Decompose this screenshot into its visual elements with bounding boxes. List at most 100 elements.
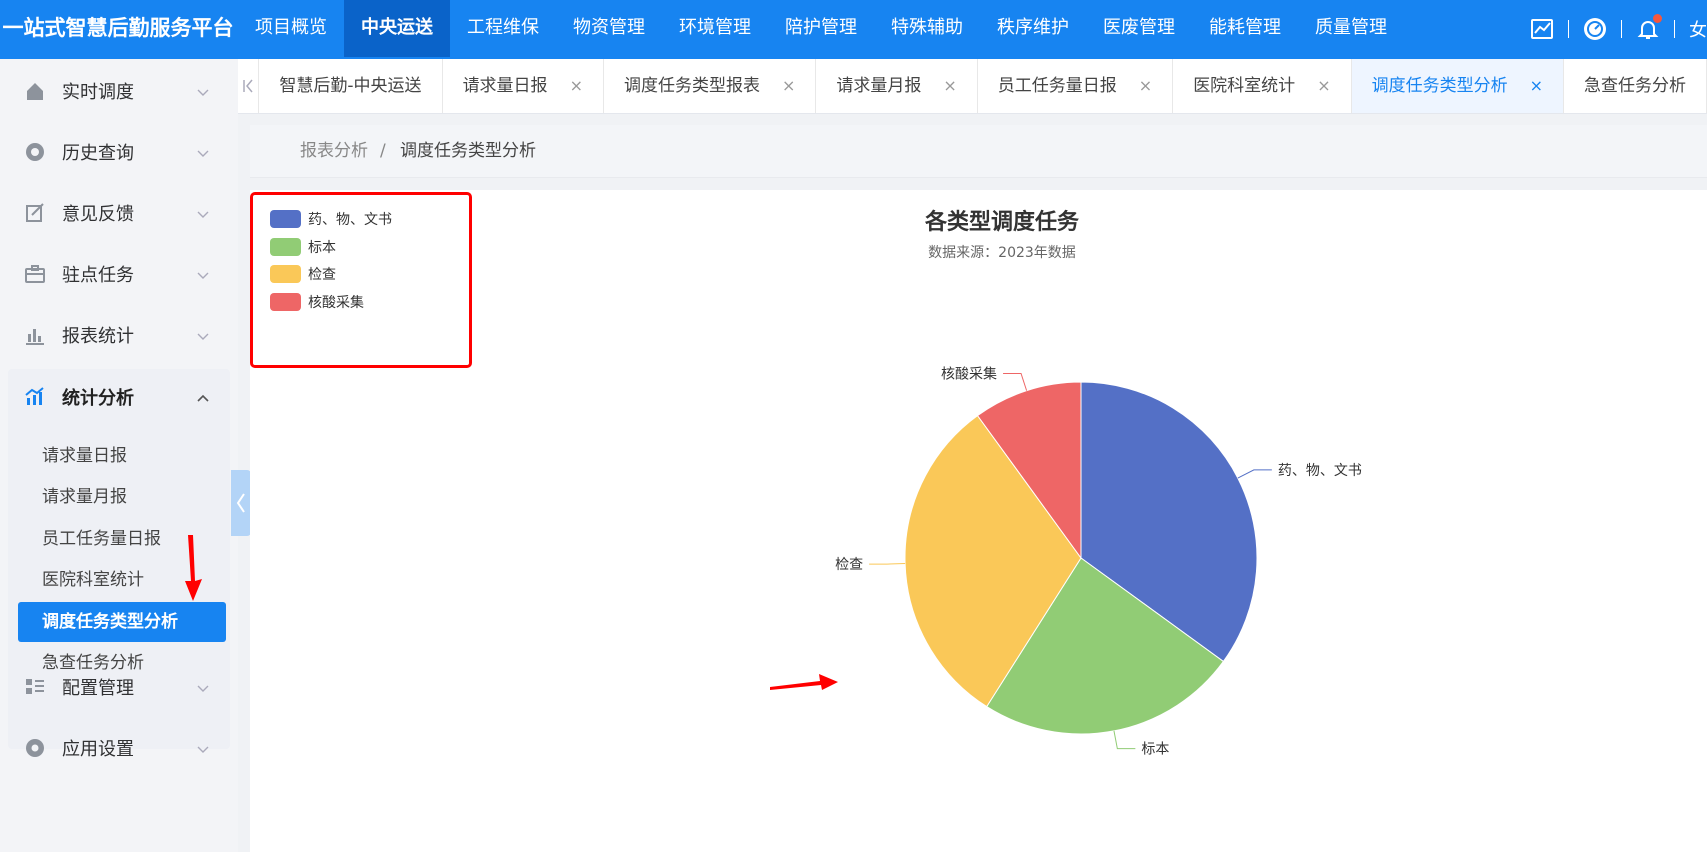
pie-label: 检查 — [835, 557, 863, 573]
breadcrumb-separator: / — [380, 141, 386, 161]
bell-icon[interactable] — [1636, 13, 1662, 41]
pie-label: 药、物、文书 — [1278, 463, 1362, 479]
nav-item[interactable]: 特殊辅助 — [874, 0, 980, 57]
legend-label: 标本 — [308, 239, 336, 256]
close-icon[interactable]: × — [1317, 76, 1330, 95]
chart-title: 各类型调度任务 — [924, 210, 1079, 235]
app-title[interactable]: 一站式智慧后勤服务平台 — [0, 0, 236, 59]
tab[interactable]: 调度任务类型报表 × — [604, 59, 817, 113]
tab-label: 请求量日报 — [462, 76, 548, 96]
legend-item[interactable]: 核酸采集 — [270, 292, 364, 312]
tab-label: 员工任务量日报 — [997, 76, 1117, 96]
sidebar-item[interactable]: 实时调度 — [0, 63, 238, 119]
tab[interactable]: 调度任务类型分析 × — [1351, 59, 1564, 113]
sidebar-item[interactable]: 意见反馈 — [0, 185, 238, 241]
submenu-item[interactable]: 调度任务类型分析 — [18, 601, 226, 642]
sidebar: 请求量日报 请求量月报 员工任务量日报 医院科室统计 调度任务类型分析 急查任务分析 实时… — [0, 59, 238, 852]
annotation-arrow-down — [185, 535, 202, 601]
sidebar-item-label: 实时调度 — [62, 82, 134, 103]
tab[interactable]: 智慧后勤-中央运送 — [259, 59, 443, 113]
pie-label-line — [869, 563, 906, 565]
sidebar-item[interactable]: 应用设置 — [0, 720, 238, 776]
sidebar-item-label: 配置管理 — [62, 678, 134, 699]
nav-item[interactable]: 物资管理 — [556, 0, 662, 57]
close-icon[interactable]: × — [570, 76, 583, 95]
tab-bar: 智慧后勤-中央运送 请求量日报 × 调度任务类型报表 × 请求量月报 × 员工任务量日报 × 医院… — [238, 59, 1707, 114]
settings-icon — [24, 737, 46, 759]
submenu-item[interactable]: 请求量月报 — [18, 477, 226, 517]
tab-label: 调度任务类型分析 — [1371, 76, 1508, 96]
close-icon[interactable]: × — [782, 76, 795, 95]
chevron-down-icon — [196, 206, 210, 220]
tab-scroll-left-icon[interactable] — [238, 59, 260, 113]
user-name[interactable]: 女 — [1689, 16, 1707, 42]
sidebar-item-label: 历史查询 — [62, 143, 134, 164]
dashboard-gauge-icon[interactable] — [1583, 17, 1607, 41]
sidebar-collapse-handle[interactable] — [231, 470, 251, 536]
close-icon[interactable]: × — [1139, 76, 1152, 95]
legend-item[interactable]: 标本 — [270, 237, 336, 257]
chevron-down-icon — [196, 328, 210, 342]
nav-item[interactable]: 医废管理 — [1086, 0, 1192, 57]
pie-label-line — [1003, 372, 1028, 391]
analytics-icon — [24, 386, 46, 408]
legend-label: 核酸采集 — [308, 294, 364, 311]
submenu-item[interactable]: 请求量日报 — [18, 436, 226, 476]
nav-item[interactable]: 中央运送 — [344, 0, 450, 57]
edit-icon — [24, 202, 46, 224]
nav-item[interactable]: 能耗管理 — [1192, 0, 1298, 57]
notification-dot — [1653, 13, 1662, 23]
history-icon — [24, 141, 46, 163]
bar-chart-icon — [24, 324, 46, 346]
sidebar-item[interactable]: 报表统计 — [0, 307, 238, 363]
pie-label: 标本 — [1141, 742, 1169, 758]
breadcrumb: 报表分析 / 调度任务类型分析 — [250, 125, 1707, 178]
nav-item[interactable]: 秩序维护 — [980, 0, 1086, 57]
nav-item[interactable]: 工程维保 — [450, 0, 556, 57]
legend-item[interactable]: 检查 — [270, 264, 336, 284]
tab[interactable]: 医院科室统计 × — [1173, 59, 1352, 113]
legend-swatch — [270, 292, 301, 311]
annotation-arrow-right — [770, 674, 838, 690]
legend-item[interactable]: 药、物、文书 — [270, 209, 392, 229]
nav-item[interactable]: 项目概览 — [238, 0, 344, 57]
sidebar-item[interactable]: 历史查询 — [0, 124, 238, 180]
chevron-down-icon — [196, 267, 210, 281]
breadcrumb-parent[interactable]: 报表分析 — [300, 125, 368, 177]
sidebar-item-label: 应用设置 — [62, 739, 134, 760]
top-navbar: 一站式智慧后勤服务平台 项目概览 中央运送 工程维保 物资管理 环境管理 陪护管理 特殊辅助… — [0, 0, 1707, 59]
divider — [1621, 19, 1622, 38]
sidebar-item[interactable]: 配置管理 — [0, 659, 238, 715]
tab-label: 医院科室统计 — [1193, 76, 1296, 96]
divider — [1674, 19, 1675, 38]
tab-label: 急查任务分析 — [1584, 76, 1686, 96]
chevron-down-icon — [196, 741, 210, 755]
legend-swatch — [270, 237, 301, 256]
legend-highlight-box: 药、物、文书 标本检查核酸采集 — [250, 192, 472, 368]
breadcrumb-current: 调度任务类型分析 — [400, 141, 536, 161]
top-actions: 女 — [1520, 0, 1707, 57]
legend-swatch — [270, 265, 301, 283]
chevron-down-icon — [196, 680, 210, 694]
nav-item[interactable]: 质量管理 — [1298, 0, 1404, 57]
pie-label: 核酸采集 — [941, 365, 997, 382]
legend-swatch — [270, 210, 301, 228]
tab[interactable]: 请求量日报 × — [443, 59, 604, 113]
close-icon[interactable]: × — [943, 76, 956, 95]
sidebar-item[interactable]: 统计分析 — [0, 369, 238, 425]
briefcase-icon — [24, 263, 46, 285]
nav-item[interactable]: 环境管理 — [662, 0, 768, 57]
tab[interactable]: 急查任务分析 — [1564, 59, 1707, 113]
tab[interactable]: 请求量月报 × — [816, 59, 978, 113]
chevron-down-icon — [196, 145, 210, 159]
trend-chart-icon[interactable] — [1530, 17, 1554, 41]
close-icon[interactable]: × — [1530, 76, 1543, 95]
sidebar-item[interactable]: 驻点任务 — [0, 246, 238, 302]
tab[interactable]: 员工任务量日报 × — [978, 59, 1174, 113]
divider — [1568, 19, 1569, 38]
legend-label: 检查 — [308, 267, 336, 283]
chevron-down-icon — [196, 84, 210, 98]
tab-label: 智慧后勤-中央运送 — [279, 76, 422, 96]
nav-item[interactable]: 陪护管理 — [768, 0, 874, 57]
legend-label: 药、物、文书 — [308, 212, 392, 228]
